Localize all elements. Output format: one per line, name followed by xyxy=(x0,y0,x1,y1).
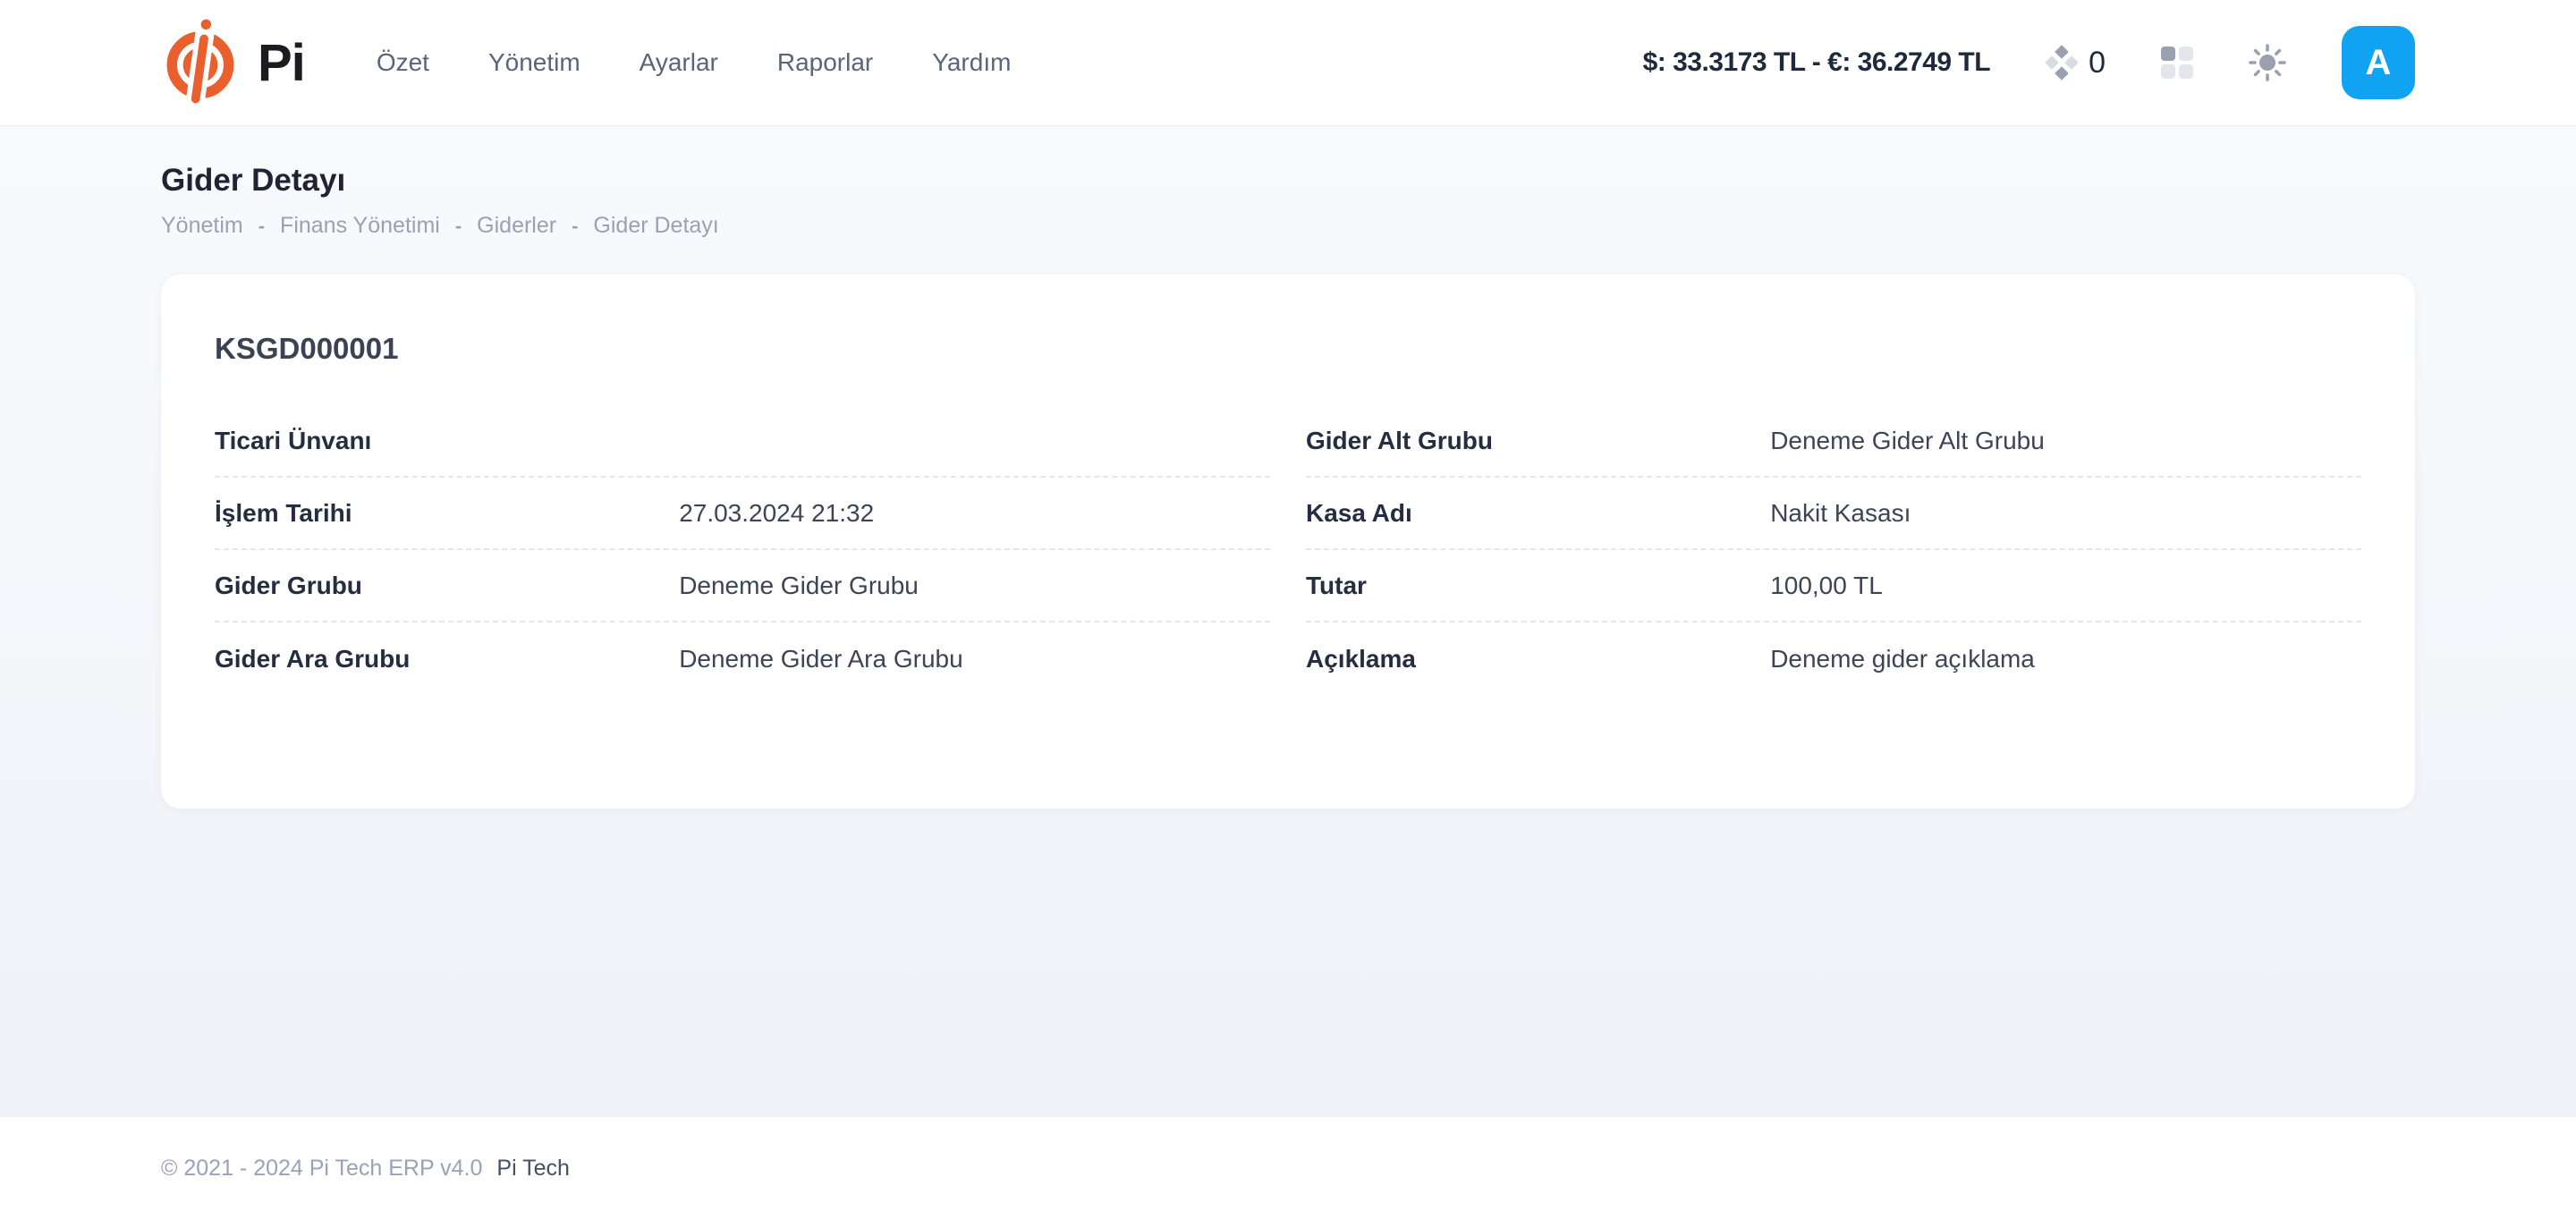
breadcrumb-item-current: Gider Detayı xyxy=(593,213,718,239)
detail-row-kasa-adi: Kasa Adı Nakit Kasası xyxy=(1306,478,2361,550)
breadcrumb-separator: - xyxy=(258,215,265,238)
breadcrumb-separator: - xyxy=(455,215,462,238)
detail-row-tutar: Tutar 100,00 TL xyxy=(1306,550,2361,623)
detail-value: Deneme Gider Alt Grubu xyxy=(1770,427,2361,455)
detail-row-gider-grubu: Gider Grubu Deneme Gider Grubu xyxy=(215,550,1270,623)
detail-label: Gider Ara Grubu xyxy=(215,645,679,674)
detail-row-islem-tarihi: İşlem Tarihi 27.03.2024 21:32 xyxy=(215,478,1270,550)
pi-logo-icon xyxy=(161,17,240,108)
expense-detail-card: KSGD000001 Ticari Ünvanı İşlem Tarihi 27… xyxy=(161,275,2415,809)
detail-value: Deneme Gider Grubu xyxy=(679,572,1270,600)
breadcrumb: Yönetim - Finans Yönetimi - Giderler - G… xyxy=(161,213,2415,239)
detail-column-left: Ticari Ünvanı İşlem Tarihi 27.03.2024 21… xyxy=(215,405,1270,695)
footer-company-link[interactable]: Pi Tech xyxy=(496,1156,570,1182)
detail-label: Tutar xyxy=(1306,572,1770,600)
detail-value: Deneme Gider Ara Grubu xyxy=(679,645,1270,674)
detail-value: 100,00 TL xyxy=(1770,572,2361,600)
brand-logo-link[interactable]: Pi xyxy=(161,17,305,108)
diamonds-icon xyxy=(2046,43,2078,82)
detail-value: Nakit Kasası xyxy=(1770,499,2361,528)
theme-toggle-button[interactable] xyxy=(2249,44,2286,81)
nav-item-yardim[interactable]: Yardım xyxy=(932,48,1011,77)
detail-row-aciklama: Açıklama Deneme gider açıklama xyxy=(1306,623,2361,695)
main-nav: Özet Yönetim Ayarlar Raporlar Yardım xyxy=(377,48,1012,77)
footer-copyright: © 2021 - 2024 Pi Tech ERP v4.0 xyxy=(161,1156,482,1182)
grid-icon xyxy=(2161,47,2193,79)
notification-count: 0 xyxy=(2089,46,2106,80)
detail-label: Ticari Ünvanı xyxy=(215,427,679,455)
detail-grid: Ticari Ünvanı İşlem Tarihi 27.03.2024 21… xyxy=(215,405,2361,695)
exchange-rates: $: 33.3173 TL - €: 36.2749 TL xyxy=(1643,47,1991,78)
detail-column-right: Gider Alt Grubu Deneme Gider Alt Grubu K… xyxy=(1306,405,2361,695)
apps-grid-button[interactable] xyxy=(2161,47,2193,79)
breadcrumb-item-yonetim[interactable]: Yönetim xyxy=(161,213,243,239)
detail-label: Kasa Adı xyxy=(1306,499,1770,528)
nav-item-ayarlar[interactable]: Ayarlar xyxy=(640,48,718,77)
page-title: Gider Detayı xyxy=(161,163,2415,199)
expense-code: KSGD000001 xyxy=(215,332,2361,366)
detail-label: Açıklama xyxy=(1306,645,1770,674)
breadcrumb-item-finans-yonetimi[interactable]: Finans Yönetimi xyxy=(280,213,440,239)
sun-icon xyxy=(2249,44,2286,81)
detail-value: 27.03.2024 21:32 xyxy=(679,499,1270,528)
breadcrumb-item-giderler[interactable]: Giderler xyxy=(477,213,556,239)
navbar: Pi Özet Yönetim Ayarlar Raporlar Yardım … xyxy=(0,0,2576,125)
nav-item-raporlar[interactable]: Raporlar xyxy=(777,48,873,77)
detail-row-gider-alt-grubu: Gider Alt Grubu Deneme Gider Alt Grubu xyxy=(1306,405,2361,478)
brand-name: Pi xyxy=(258,33,305,93)
nav-item-yonetim[interactable]: Yönetim xyxy=(488,48,580,77)
main-content: Gider Detayı Yönetim - Finans Yönetimi -… xyxy=(0,125,2576,1117)
detail-row-gider-ara-grubu: Gider Ara Grubu Deneme Gider Ara Grubu xyxy=(215,623,1270,695)
detail-value: Deneme gider açıklama xyxy=(1770,645,2361,674)
user-avatar-button[interactable]: A xyxy=(2342,26,2415,99)
navbar-right-cluster: $: 33.3173 TL - €: 36.2749 TL 0 xyxy=(1643,26,2415,99)
detail-row-ticari-unvani: Ticari Ünvanı xyxy=(215,405,1270,478)
detail-label: Gider Alt Grubu xyxy=(1306,427,1770,455)
breadcrumb-separator: - xyxy=(572,215,578,238)
footer: © 2021 - 2024 Pi Tech ERP v4.0 Pi Tech xyxy=(0,1117,2576,1220)
nav-item-ozet[interactable]: Özet xyxy=(377,48,429,77)
detail-label: İşlem Tarihi xyxy=(215,499,679,528)
notifications-button[interactable]: 0 xyxy=(2046,43,2106,82)
detail-label: Gider Grubu xyxy=(215,572,679,600)
